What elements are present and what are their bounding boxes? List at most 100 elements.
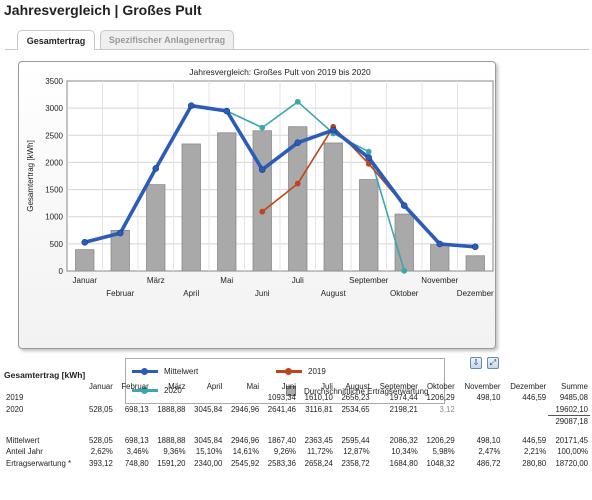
- point-mittelwert: [81, 239, 89, 246]
- table-cell: [151, 415, 188, 427]
- table-cell: 2946,96: [230, 435, 260, 445]
- bar-ertragserwartung: [252, 130, 272, 272]
- table-cell: [298, 415, 335, 427]
- table-cell: 1093,34: [267, 393, 296, 403]
- table-cell: 29087,18: [555, 416, 588, 426]
- y-axis-label: Gesamtertrag [kWh]: [26, 140, 35, 212]
- bar-ertragserwartung: [430, 244, 450, 272]
- point-2020: [365, 148, 372, 155]
- legend-item-mittelwert: Mittelwert: [132, 367, 198, 376]
- table-cell: 3045,84: [194, 435, 223, 445]
- y-tick-label: 1000: [45, 213, 63, 222]
- row-label: [4, 415, 83, 427]
- table-cell: [188, 415, 225, 427]
- point-mittelwert: [329, 126, 337, 134]
- table-cell: 528,05: [88, 435, 113, 445]
- table-cell: 486,72: [476, 458, 501, 468]
- table-cell: [151, 392, 188, 404]
- legend-swatch-2019: [276, 368, 302, 375]
- table-row: Anteil Jahr 2,62% 3,46% 9,36% 15,10% 14,61% 9,…: [4, 446, 590, 458]
- point-mittelwert: [116, 229, 124, 237]
- table-row: 2020 528,05 698,13 1888,88 3045,84 2946,96 264…: [4, 403, 590, 416]
- table-cell: 15,10%: [195, 447, 223, 457]
- row-label: Ertragserwartung *: [6, 458, 72, 468]
- table-header-cell: August: [345, 381, 370, 391]
- table-cell: 393,12: [88, 458, 113, 468]
- bar-ertragserwartung: [217, 132, 237, 272]
- table-cell: [502, 415, 548, 427]
- bar-ertragserwartung: [75, 249, 95, 272]
- x-tick-label: November: [421, 276, 458, 285]
- table-cell: 1206,29: [426, 393, 455, 403]
- table-header-cell: März: [168, 381, 186, 391]
- table-cell: [224, 415, 261, 427]
- row-label: 2019: [6, 393, 24, 403]
- table-cell: 3045,84: [194, 404, 223, 414]
- table-cell: [83, 415, 115, 427]
- table-header-row: Januar Februar März April Mai Juni Juli August S…: [4, 380, 590, 392]
- table-cell: 2946,96: [230, 404, 260, 414]
- table-cell: 9485,08: [559, 393, 588, 403]
- table-cell: 100,00%: [557, 447, 588, 457]
- table-cell: 18720,00: [555, 458, 588, 468]
- chart-frame: 0 500 1000 1500 2000 2500 3000 3500 Jahresvergle…: [18, 61, 496, 404]
- table-cell: 3116,81: [305, 404, 333, 414]
- table-header-cell: September: [379, 381, 418, 391]
- point-mittelwert: [436, 240, 444, 248]
- table-row: 2019 1093,34 1610,10 2656,23 1974,44 1206,29 4…: [4, 392, 590, 404]
- expand-icon[interactable]: ⤢: [487, 357, 499, 369]
- point-2020: [294, 98, 301, 105]
- table-cell: 20171,45: [555, 435, 588, 445]
- table-cell: 1684,80: [389, 458, 418, 468]
- table-cell: 446,59: [522, 393, 547, 403]
- table-cell: 1888,88: [157, 435, 186, 445]
- y-tick-label: 1500: [45, 186, 63, 195]
- table-cell: [115, 392, 151, 404]
- table-cell: 1610,10: [304, 393, 333, 403]
- table-header-cell: November: [464, 381, 501, 391]
- x-tick-label: Dezember: [457, 289, 494, 298]
- tab-spezifischer-anlagenertrag[interactable]: Spezifischer Anlagenertrag: [100, 30, 234, 49]
- table-cell: 2363,45: [304, 435, 333, 445]
- bar-ertragserwartung: [323, 142, 343, 272]
- bar-ertragserwartung: [465, 255, 485, 272]
- table-cell: 1206,29: [426, 435, 455, 445]
- table-cell: 2198,21: [389, 404, 418, 414]
- bar-ertragserwartung: [394, 213, 414, 272]
- point-mittelwert: [152, 165, 160, 172]
- point-mittelwert: [187, 102, 195, 109]
- export-icon[interactable]: ⇩: [470, 357, 482, 369]
- bar-ertragserwartung: [146, 184, 166, 272]
- row-label: Mittelwert: [6, 435, 40, 445]
- yield-table: Januar Februar März April Mai Juni Juli August S…: [4, 380, 590, 469]
- bar-ertragserwartung: [359, 179, 379, 272]
- table-cell: 2,47%: [478, 447, 501, 457]
- table-cell: 2545,92: [230, 458, 260, 468]
- table-cell: 14,61%: [232, 447, 260, 457]
- table-cell: 1048,32: [426, 458, 455, 468]
- table-cell: 3,46%: [126, 447, 149, 457]
- table-header-cell: Oktober: [426, 381, 455, 391]
- chart: 0 500 1000 1500 2000 2500 3000 3500 Jahresvergle…: [26, 67, 494, 298]
- table-cell: 698,13: [124, 404, 149, 414]
- table-cell: [420, 415, 457, 427]
- chart-title: Jahresvergleich: Großes Pult von 2019 bi…: [189, 67, 371, 77]
- y-tick-label: 2000: [45, 158, 63, 167]
- tab-gesamtertrag[interactable]: Gesamtertrag: [17, 30, 95, 50]
- table-header-cell: Mai: [246, 381, 260, 391]
- point-mittelwert: [258, 166, 266, 173]
- table-header-cell: April: [206, 381, 223, 391]
- table-cell: 2,21%: [524, 447, 547, 457]
- table-cell: [457, 404, 503, 416]
- x-tick-label: Januar: [73, 276, 98, 285]
- table-cell: 498,10: [476, 435, 501, 445]
- point-2019: [294, 180, 301, 187]
- table-header-cell: Juni: [281, 381, 296, 391]
- legend-swatch-mittelwert: [132, 368, 158, 375]
- table-cell: 1591,20: [157, 458, 186, 468]
- table-cell: 3,12: [439, 404, 455, 414]
- x-tick-label: Mai: [220, 276, 233, 285]
- table-cell: [457, 415, 503, 427]
- table-spacer: [4, 427, 590, 435]
- table-cell: 2358,72: [341, 458, 370, 468]
